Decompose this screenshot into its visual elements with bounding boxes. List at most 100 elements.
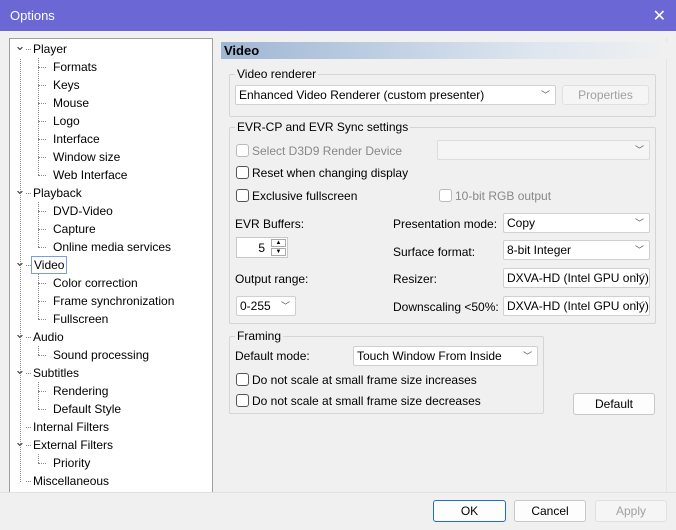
tree-connector xyxy=(38,247,46,248)
tree-connector xyxy=(38,319,46,320)
tree-connector xyxy=(38,121,46,122)
chevron-down-icon: ﹀ xyxy=(634,301,644,311)
tree-item-label: Online media services xyxy=(53,240,172,254)
chevron-down-icon: ﹀ xyxy=(634,218,644,228)
d3d9-device-select[interactable]: ﹀ xyxy=(437,140,650,160)
tree-item-label: Formats xyxy=(53,60,98,74)
tree-connector xyxy=(38,463,46,464)
default-mode-label: Default mode: xyxy=(235,349,310,363)
group-label: Video renderer xyxy=(235,67,319,81)
tree-connector xyxy=(38,454,39,463)
title-bar: Options ✕ xyxy=(0,0,676,31)
tree-item-label: Default Style xyxy=(53,402,122,416)
group-label: Framing xyxy=(235,329,284,343)
tree-item-label: Web Interface xyxy=(53,168,128,182)
properties-button[interactable]: Properties xyxy=(562,85,649,105)
tree-item-label: Video xyxy=(31,256,68,274)
downscaling-select[interactable]: DXVA-HD (Intel GPU only) ﹀ xyxy=(503,296,650,316)
output-range-select[interactable]: 0-255 ﹀ xyxy=(236,296,296,316)
tree-item-label: Capture xyxy=(53,222,96,236)
tree-connector xyxy=(26,427,31,428)
chevron-down-icon: ﹀ xyxy=(280,301,290,311)
default-button[interactable]: Default xyxy=(573,393,655,415)
tree-connector xyxy=(38,274,39,319)
expand-chevron-icon[interactable]: ⌄ xyxy=(14,37,26,55)
surface-format-select[interactable]: 8-bit Integer ﹀ xyxy=(503,240,650,260)
tree-item-label: Mouse xyxy=(53,96,90,110)
output-range-label: Output range: xyxy=(235,272,309,286)
no-scale-increase-checkbox[interactable]: Do not scale at small frame size increas… xyxy=(236,373,477,387)
select-d3d9-checkbox[interactable]: Select D3D9 Render Device xyxy=(236,144,402,158)
spin-down-icon[interactable]: ▼ xyxy=(271,248,286,256)
spin-up-icon[interactable]: ▲ xyxy=(271,239,286,247)
chevron-down-icon: ﹀ xyxy=(634,245,644,255)
ok-button[interactable]: OK xyxy=(433,500,506,522)
tree-connector xyxy=(38,103,46,104)
checkbox-label: 10-bit RGB output xyxy=(455,189,552,203)
presentation-mode-select[interactable]: Copy ﹀ xyxy=(503,213,650,233)
tree-connector xyxy=(26,337,31,338)
tree-connector xyxy=(38,58,39,175)
window-title: Options xyxy=(10,8,55,23)
resizer-value: DXVA-HD (Intel GPU only) xyxy=(507,271,649,285)
tree-item-label: Subtitles xyxy=(33,366,80,380)
tree-connector xyxy=(26,445,31,446)
tree-connector xyxy=(38,283,46,284)
evr-buffers-label: EVR Buffers: xyxy=(235,217,305,231)
renderer-select[interactable]: Enhanced Video Renderer (custom presente… xyxy=(235,85,556,105)
tree-connector xyxy=(38,202,39,247)
downscaling-label: Downscaling <50%: xyxy=(393,300,499,314)
tree-connector xyxy=(38,139,46,140)
tree-connector xyxy=(38,301,46,302)
tree-connector xyxy=(38,211,46,212)
tree-connector xyxy=(38,409,46,410)
buffers-value: 5 xyxy=(258,241,265,255)
default-mode-select[interactable]: Touch Window From Inside ﹀ xyxy=(353,346,538,366)
10bit-rgb-checkbox[interactable]: 10-bit RGB output xyxy=(439,189,551,203)
resizer-select[interactable]: DXVA-HD (Intel GPU only) ﹀ xyxy=(503,268,650,288)
checkbox-label: Select D3D9 Render Device xyxy=(252,144,403,158)
presentation-value: Copy xyxy=(507,216,536,230)
checkbox-label: Exclusive fullscreen xyxy=(252,189,358,203)
chevron-down-icon: ﹀ xyxy=(540,90,550,100)
tree-connector xyxy=(38,355,46,356)
tree-item-label: Rendering xyxy=(53,384,109,398)
tree-item-label: External Filters xyxy=(33,438,114,452)
tree-connector xyxy=(38,157,46,158)
tree-item-label: Internal Filters xyxy=(33,420,110,434)
footer-divider xyxy=(0,492,676,493)
tree-connector xyxy=(26,193,31,194)
tree-item-label: Keys xyxy=(53,78,80,92)
chevron-down-icon: ﹀ xyxy=(634,273,644,283)
resizer-label: Resizer: xyxy=(393,272,438,286)
tree-item-label: DVD-Video xyxy=(53,204,113,218)
surface-value: 8-bit Integer xyxy=(507,243,572,257)
tree-item-label: Sound processing xyxy=(53,348,150,362)
tree-item-label: Priority xyxy=(53,456,91,470)
tree-item-label: Frame synchronization xyxy=(53,294,175,308)
tree-connector xyxy=(26,49,31,50)
chevron-down-icon: ﹀ xyxy=(522,351,532,361)
tree-connector xyxy=(38,391,46,392)
exclusive-fullscreen-checkbox[interactable]: Exclusive fullscreen xyxy=(236,189,357,203)
options-tree[interactable]: ⌄ Player Formats Keys Mouse Logo Interface Wind… xyxy=(9,38,213,493)
chevron-down-icon: ﹀ xyxy=(634,145,644,155)
reset-display-checkbox[interactable]: Reset when changing display xyxy=(236,166,408,180)
tree-connector xyxy=(26,481,31,482)
tree-item-label: Window size xyxy=(53,150,121,164)
checkbox-label: Do not scale at small frame size decreas… xyxy=(252,394,481,408)
tree-connector xyxy=(38,229,46,230)
cancel-button[interactable]: Cancel xyxy=(514,500,586,522)
presentation-mode-label: Presentation mode: xyxy=(393,217,498,231)
page-header: Video xyxy=(221,42,667,59)
tree-item-label: Fullscreen xyxy=(53,312,109,326)
close-icon[interactable]: ✕ xyxy=(653,6,666,26)
tree-item-label: Color correction xyxy=(53,276,138,290)
apply-button[interactable]: Apply xyxy=(595,500,667,522)
tree-connector xyxy=(38,85,46,86)
tree-connector xyxy=(38,346,39,355)
evr-buffers-spinner[interactable]: 5 ▲ ▼ xyxy=(236,237,288,258)
tree-item-label: Audio xyxy=(33,330,64,344)
checkbox-label: Reset when changing display xyxy=(252,166,409,180)
no-scale-decrease-checkbox[interactable]: Do not scale at small frame size decreas… xyxy=(236,394,481,408)
